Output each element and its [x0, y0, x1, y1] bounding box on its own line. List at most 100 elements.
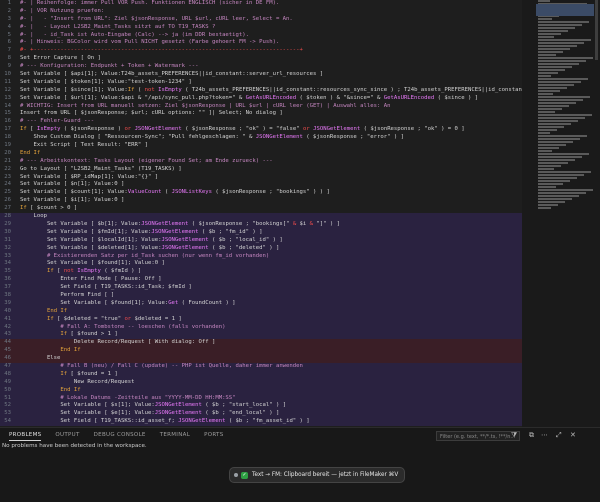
code-line[interactable]: 49 New Record/Request — [0, 378, 600, 387]
code-line[interactable]: 18 Show Custom Dialog [ "Ressourcen-Sync… — [0, 134, 600, 142]
code-line[interactable]: 44 Delete Record/Request [ With dialog: … — [0, 339, 600, 348]
code-line[interactable]: 48 If [ $found = 1 ] — [0, 370, 600, 379]
code-line[interactable]: 20 End If — [0, 150, 600, 158]
tab-output[interactable]: OUTPUT — [55, 428, 79, 442]
code-line[interactable]: 40 End If — [0, 307, 600, 316]
code-line[interactable]: 7 #- +-----------------------------------… — [0, 47, 600, 55]
minimap-row — [538, 156, 582, 158]
code-line[interactable]: 16 # --- Fehler-Guard --- — [0, 118, 600, 126]
minimap-row — [538, 105, 569, 107]
more-icon[interactable]: ⋯ — [541, 431, 548, 439]
minimap-row — [538, 60, 586, 62]
line-number: 14 — [4, 102, 11, 109]
code-line[interactable]: 53 Set Variable [ $e[1]; Value:JSONGetEl… — [0, 410, 600, 419]
code-line[interactable]: 33 # Existierenden Satz per id_Task such… — [0, 252, 600, 261]
line-number: 40 — [4, 307, 11, 314]
code-line[interactable]: 10 Set Variable [ $api[1]; Value:T24b_ass… — [0, 71, 600, 79]
minimap-row — [538, 72, 558, 74]
line-code: Set Variable [ $b[1]; Value:JSONGetEleme… — [20, 220, 340, 227]
code-line[interactable]: 19 Exit Script [ Text Result: "ERR" ] — [0, 142, 600, 150]
code-line[interactable]: 45 End If — [0, 347, 600, 356]
tab-ports[interactable]: PORTS — [204, 428, 223, 442]
code-line[interactable]: 35 If [ not IsEmpty ( $fmId ) ] — [0, 268, 600, 277]
code-line[interactable]: 1 #- | Reihenfolge: immer Pull VOR Push. … — [0, 0, 600, 8]
minimap-row — [538, 111, 555, 113]
tab-terminal[interactable]: TERMINAL — [160, 428, 190, 442]
line-code: Set Variable [ $token[1]; Value:"test-to… — [20, 78, 192, 85]
code-line[interactable]: 28 Loop — [0, 213, 600, 221]
minimap-row — [538, 39, 591, 41]
code-line[interactable]: 39 Set Variable [ $found[1]; Value:Get (… — [0, 299, 600, 308]
minimap-row — [538, 189, 593, 191]
code-line[interactable]: 3 #- | - "Insert from URL": Ziel $jsonRes… — [0, 16, 600, 24]
code-line[interactable]: 36 Enter Find Mode [ Pause: Off ] — [0, 276, 600, 285]
code-line[interactable]: 2 #- | VOR Nutzung pruefen: — [0, 8, 600, 16]
line-number: 22 — [4, 165, 11, 172]
line-code: End If — [60, 347, 81, 354]
status-dot-icon — [234, 473, 238, 477]
line-number: 49 — [4, 378, 11, 385]
filter-icon[interactable]: ⧩ — [511, 431, 517, 440]
line-number: 42 — [4, 323, 11, 330]
code-line[interactable]: 37 Set Field [ T19_TASKS::id_Task; $fmId… — [0, 284, 600, 292]
minimap-row — [538, 0, 550, 2]
line-code: Set Variable [ $RP_idMap[1]; Value:"{}" … — [20, 173, 159, 180]
code-line[interactable]: 47 # Fall B (neu) / Fall C (update) -- P… — [0, 362, 600, 371]
maximize-panel-icon[interactable]: ⤢ — [556, 431, 562, 440]
code-line[interactable]: 54 Set Field [ T19_TASKS::id_asset_f; JS… — [0, 418, 600, 427]
code-editor[interactable]: 1 #- | Reihenfolge: immer Pull VOR Push. … — [0, 0, 600, 427]
code-line[interactable]: 52 Set Variable [ $s[1]; Value:JSONGetEl… — [0, 402, 600, 411]
problems-message: No problems have been detected in the wo… — [2, 443, 147, 449]
code-line[interactable]: 15 Insert from URL [ $jsonResponse; $url;… — [0, 110, 600, 118]
code-line[interactable]: 12 Set Variable [ $since[1]; Value:If ( n… — [0, 87, 600, 95]
close-panel-icon[interactable]: ✕ — [570, 431, 576, 439]
code-line[interactable]: 8 Set Error Capture [ On ] — [0, 55, 600, 63]
code-line[interactable]: 6 #- | Hinweis: BGColor wird vom Pull NIC… — [0, 39, 600, 47]
code-line[interactable]: 32 Set Variable [ $deleted[1]; Value:JSO… — [0, 244, 600, 253]
code-line[interactable]: 27 If [ $count > 0 ] — [0, 205, 600, 213]
line-code: #- | VOR Nutzung pruefen: — [20, 7, 105, 14]
minimap-row — [538, 129, 557, 131]
line-number: 7 — [7, 47, 11, 54]
code-line[interactable]: 25 Set Variable [ $count[1]; Value:ValueC… — [0, 189, 600, 197]
line-code: Set Variable [ $since[1]; Value:If ( not… — [20, 86, 522, 93]
code-line[interactable]: 41 If [ $deleted = "true" or $deleted = … — [0, 315, 600, 324]
code-line[interactable]: 11 Set Variable [ $token[1]; Value:"test-… — [0, 79, 600, 87]
minimap-row — [538, 159, 575, 161]
code-line[interactable]: 26 Set Variable [ $i[1]; Value:0 ] — [0, 197, 600, 205]
line-code: Set Variable [ $count[1]; Value:ValueCou… — [20, 189, 330, 196]
code-line[interactable]: 34 Set Variable [ $found[1]; Value:0 ] — [0, 260, 600, 269]
code-line[interactable]: 13 Set Variable [ $url[1]; Value:$api & "… — [0, 95, 600, 103]
code-line[interactable]: 9 # --- Konfiguration: Endpunkt + Token +… — [0, 63, 600, 71]
code-line[interactable]: 50 End If — [0, 386, 600, 395]
code-line[interactable]: 46 Else — [0, 355, 600, 363]
copy-icon[interactable]: ⧉ — [529, 431, 534, 440]
line-number: 38 — [4, 291, 11, 298]
notification-toast[interactable]: ✓ Text → FM: Clipboard bereit — jetzt in… — [229, 467, 406, 483]
line-code: Exit Script [ Text Result: "ERR" ] — [20, 142, 148, 149]
code-line[interactable]: 21 # --- Arbeitskontext: Tasks Layout (ei… — [0, 158, 600, 166]
line-number: 46 — [4, 355, 11, 362]
code-line[interactable]: 51 # Lokale Datums -Zeitteile aus "YYYY-… — [0, 394, 600, 403]
minimap-viewport[interactable] — [536, 4, 594, 16]
tab-problems[interactable]: PROBLEMS — [9, 428, 42, 442]
code-line[interactable]: 22 Go to Layout [ "L2SB2_Maint_Tasks" (T1… — [0, 166, 600, 174]
code-line[interactable]: 24 Set Variable [ $n[1]; Value:0 ] — [0, 181, 600, 189]
code-line[interactable]: 43 If [ $found > 1 ] — [0, 331, 600, 340]
code-line[interactable]: 31 Set Variable [ $localId[1]; Value:JSO… — [0, 236, 600, 245]
line-number: 6 — [7, 39, 11, 46]
code-line[interactable]: 5 #- | - id_Task ist Auto-Eingabe (Calc) … — [0, 32, 600, 40]
vertical-scrollbar[interactable] — [595, 0, 598, 60]
code-line[interactable]: 38 Perform Find [ ] — [0, 291, 600, 300]
code-line[interactable]: 23 Set Variable [ $RP_idMap[1]; Value:"{}… — [0, 174, 600, 182]
code-line[interactable]: 30 Set Variable [ $fmId[1]; Value:JSONGe… — [0, 228, 600, 237]
code-line[interactable]: 4 #- | - Layout L2SB2_Maint_Tasks sitzt a… — [0, 24, 600, 32]
code-line[interactable]: 42 # Fall A: Tombstone -- loeschen (fall… — [0, 323, 600, 332]
code-line[interactable]: 17 If [ IsEmpty ( $jsonResponse ) or JSON… — [0, 126, 600, 134]
line-number: 51 — [4, 394, 11, 401]
code-line[interactable]: 14 # WICHTIG: Insert from URL manuell set… — [0, 103, 600, 111]
problems-filter-input[interactable]: Filter (e.g. text, **/*.ts, !**/n... — [436, 431, 520, 441]
code-line[interactable]: 29 Set Variable [ $b[1]; Value:JSONGetEl… — [0, 220, 600, 229]
minimap[interactable] — [522, 0, 600, 427]
tab-debug-console[interactable]: DEBUG CONSOLE — [94, 428, 146, 442]
